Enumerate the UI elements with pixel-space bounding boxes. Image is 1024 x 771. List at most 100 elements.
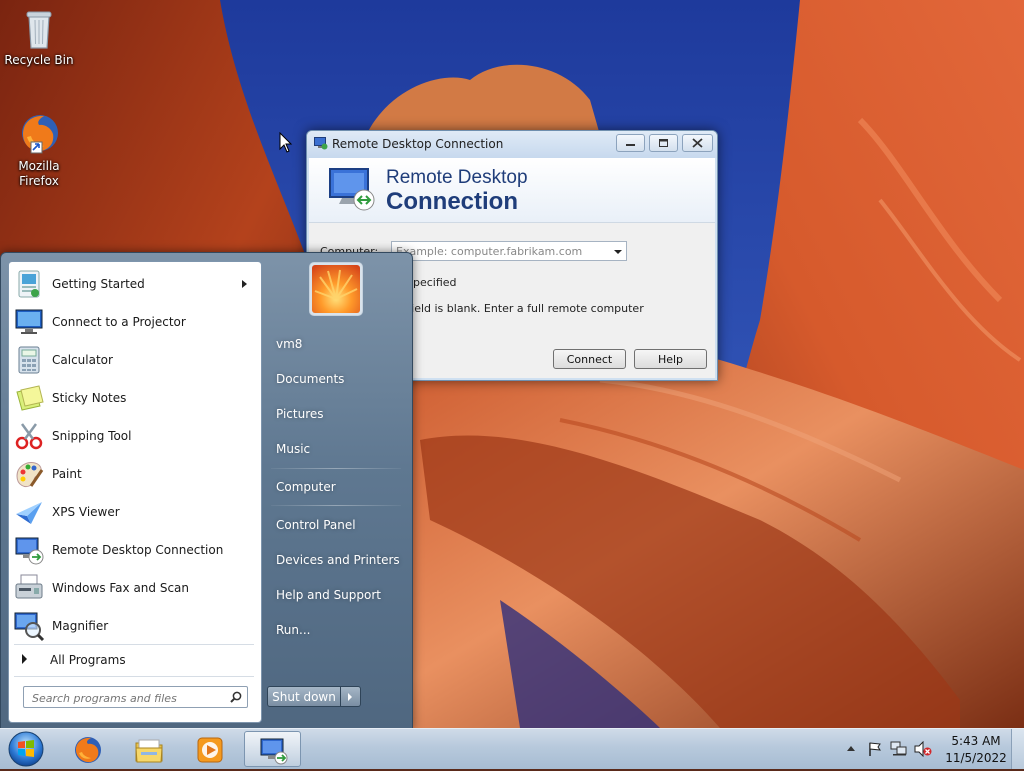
right-item-label: Devices and Printers bbox=[276, 553, 400, 567]
search-input[interactable] bbox=[30, 688, 224, 708]
right-item-user[interactable]: vm8 bbox=[268, 330, 403, 358]
program-item-remote-desktop[interactable]: Remote Desktop Connection bbox=[13, 532, 257, 568]
program-item-fax-scan[interactable]: Windows Fax and Scan bbox=[13, 570, 257, 606]
window-title: Remote Desktop Connection bbox=[332, 137, 504, 151]
taskbar: 5:43 AM 11/5/2022 bbox=[0, 728, 1024, 769]
taskbar-explorer[interactable] bbox=[120, 731, 177, 767]
right-item-label: Run... bbox=[276, 623, 311, 637]
computer-combobox[interactable]: Example: computer.fabrikam.com bbox=[391, 241, 627, 261]
shutdown-options-button[interactable] bbox=[341, 686, 361, 707]
network-icon[interactable] bbox=[890, 741, 908, 757]
start-button[interactable] bbox=[4, 730, 48, 768]
start-menu: Getting Started Connect to a Projector C… bbox=[0, 252, 413, 730]
minimize-button[interactable] bbox=[616, 134, 645, 152]
close-icon bbox=[692, 138, 703, 148]
clock-time[interactable]: 5:43 AM bbox=[945, 734, 1007, 748]
right-item-label: Pictures bbox=[276, 407, 324, 421]
minimize-icon bbox=[626, 144, 635, 146]
banner-title-line1: Remote Desktop bbox=[386, 167, 528, 188]
right-item-help-support[interactable]: Help and Support bbox=[268, 581, 403, 609]
explorer-icon bbox=[135, 739, 163, 763]
shutdown-button[interactable]: Shut down bbox=[267, 686, 341, 707]
program-item-sticky-notes[interactable]: Sticky Notes bbox=[13, 380, 257, 416]
sticky-notes-icon bbox=[16, 385, 44, 411]
taskbar-remote-desktop[interactable] bbox=[244, 731, 301, 767]
action-center-flag-icon[interactable] bbox=[867, 741, 883, 757]
divider bbox=[14, 644, 254, 645]
program-item-calculator[interactable]: Calculator bbox=[13, 342, 257, 378]
firefox-icon bbox=[17, 112, 61, 156]
connect-button[interactable]: Connect bbox=[553, 349, 626, 369]
banner-title-line2: Connection bbox=[386, 188, 518, 215]
search-box[interactable] bbox=[23, 686, 248, 708]
restore-button[interactable] bbox=[649, 134, 678, 152]
search-icon[interactable] bbox=[230, 691, 242, 703]
program-label: Connect to a Projector bbox=[52, 315, 186, 329]
right-item-pictures[interactable]: Pictures bbox=[268, 400, 403, 428]
help-button[interactable]: Help bbox=[634, 349, 707, 369]
program-item-paint[interactable]: Paint bbox=[13, 456, 257, 492]
firefox-icon bbox=[75, 737, 101, 763]
program-item-snipping-tool[interactable]: Snipping Tool bbox=[13, 418, 257, 454]
desktop-icon-label: Recycle Bin bbox=[4, 53, 74, 67]
right-item-label: Help and Support bbox=[276, 588, 381, 602]
program-item-xps-viewer[interactable]: XPS Viewer bbox=[13, 494, 257, 530]
desktop-icon-recycle-bin[interactable]: Recycle Bin bbox=[0, 6, 78, 68]
start-menu-programs-pane: Getting Started Connect to a Projector C… bbox=[8, 261, 262, 723]
right-item-devices-printers[interactable]: Devices and Printers bbox=[268, 546, 403, 574]
program-label: Sticky Notes bbox=[52, 391, 127, 405]
recycle-bin-icon bbox=[17, 6, 61, 50]
clock-date[interactable]: 11/5/2022 bbox=[945, 751, 1007, 765]
all-programs-label: All Programs bbox=[50, 653, 126, 667]
avatar[interactable] bbox=[309, 262, 363, 316]
right-item-documents[interactable]: Documents bbox=[268, 365, 403, 393]
remote-desktop-icon bbox=[260, 738, 288, 765]
xps-viewer-icon bbox=[16, 502, 42, 524]
right-item-label: vm8 bbox=[276, 337, 303, 351]
windows-logo-icon bbox=[8, 731, 44, 767]
right-item-computer[interactable]: Computer bbox=[268, 473, 403, 501]
program-item-connect-projector[interactable]: Connect to a Projector bbox=[13, 304, 257, 340]
media-player-icon bbox=[197, 737, 223, 763]
show-desktop-button[interactable] bbox=[1011, 729, 1024, 769]
magnifier-icon bbox=[14, 612, 45, 642]
right-item-music[interactable]: Music bbox=[268, 435, 403, 463]
getting-started-icon bbox=[18, 270, 40, 298]
desktop-icon-firefox[interactable]: Mozilla Firefox bbox=[0, 112, 78, 189]
paint-icon bbox=[16, 462, 44, 488]
user-picture-flower-icon bbox=[312, 265, 360, 313]
system-tray: 5:43 AM 11/5/2022 bbox=[834, 729, 1024, 769]
taskbar-media-player[interactable] bbox=[181, 731, 238, 767]
divider bbox=[14, 676, 254, 677]
volume-muted-icon[interactable] bbox=[914, 741, 932, 757]
chevron-right-icon bbox=[242, 280, 247, 288]
all-programs-item[interactable]: All Programs bbox=[13, 648, 257, 672]
chevron-up-icon[interactable] bbox=[846, 744, 856, 752]
divider bbox=[271, 468, 401, 469]
right-item-control-panel[interactable]: Control Panel bbox=[268, 511, 403, 539]
snipping-tool-icon bbox=[15, 423, 43, 450]
desktop-icon-label: Mozilla bbox=[18, 159, 60, 173]
right-item-label: Music bbox=[276, 442, 311, 456]
program-label: XPS Viewer bbox=[52, 505, 120, 519]
taskbar-firefox[interactable] bbox=[59, 731, 116, 767]
projector-icon bbox=[15, 309, 43, 334]
right-item-label: Control Panel bbox=[276, 518, 356, 532]
calculator-icon bbox=[18, 346, 40, 374]
chevron-right-icon bbox=[22, 654, 27, 664]
program-label: Calculator bbox=[52, 353, 113, 367]
chevron-down-icon[interactable] bbox=[614, 250, 622, 254]
remote-desktop-icon bbox=[314, 137, 328, 150]
remote-desktop-logo-icon bbox=[329, 168, 375, 211]
program-label: Magnifier bbox=[52, 619, 109, 633]
program-label: Snipping Tool bbox=[52, 429, 132, 443]
program-label: Getting Started bbox=[52, 277, 145, 291]
program-item-magnifier[interactable]: Magnifier bbox=[13, 608, 257, 644]
fax-scan-icon bbox=[15, 574, 43, 599]
window-titlebar[interactable]: Remote Desktop Connection bbox=[307, 131, 717, 158]
program-item-getting-started[interactable]: Getting Started bbox=[13, 266, 257, 302]
right-item-run[interactable]: Run... bbox=[268, 616, 403, 644]
close-button[interactable] bbox=[682, 134, 713, 152]
restore-icon bbox=[659, 139, 668, 147]
hint-message: e field is blank. Enter a full remote co… bbox=[397, 302, 644, 315]
